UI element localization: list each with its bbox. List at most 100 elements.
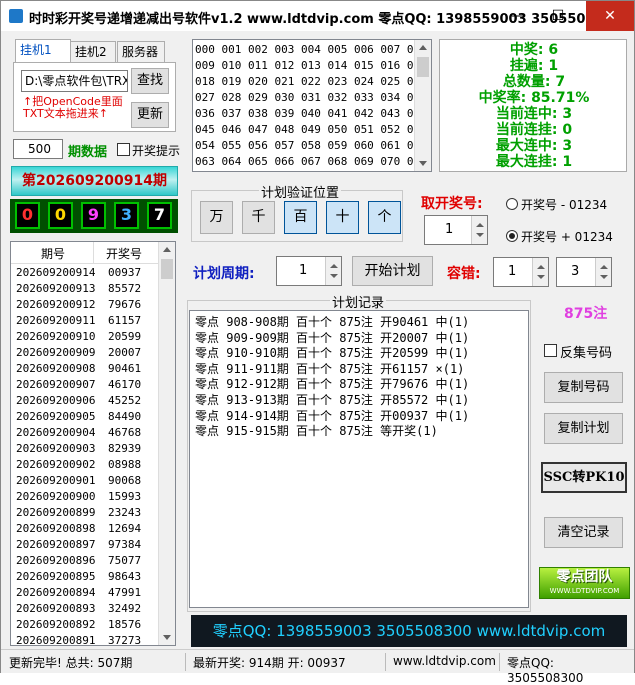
- minimize-button[interactable]: —: [498, 1, 538, 31]
- copy-numbers-button[interactable]: 复制号码: [544, 372, 623, 403]
- history-scroll-thumb[interactable]: [161, 259, 173, 279]
- digit-4-value: 3: [120, 205, 133, 224]
- tolerance-spinner-2[interactable]: 3: [556, 257, 612, 287]
- numbers-grid-row: 054 055 056 057 058 059 060 061 062: [195, 139, 427, 152]
- history-number: 32492: [108, 602, 142, 615]
- list-item: 零点 910-910期 百十个 875注 开20599 中(1): [195, 346, 470, 361]
- tab-hangup2[interactable]: 挂机2: [70, 41, 116, 63]
- records-list[interactable]: 零点 908-908期 百十个 875注 开90461 中(1) 零点 909-9…: [189, 310, 529, 608]
- table-row[interactable]: 202609200898 12694: [11, 521, 159, 537]
- radio-minus[interactable]: [506, 198, 518, 210]
- tab-server[interactable]: 服务器: [117, 41, 165, 63]
- table-row[interactable]: 202609200912 79676: [11, 297, 159, 313]
- tolerance-spinner-1[interactable]: 1: [493, 257, 549, 287]
- list-item: 零点 912-912期 百十个 875注 开79676 中(1): [195, 377, 470, 392]
- table-row[interactable]: 202609200892 18576: [11, 617, 159, 633]
- list-item: 零点 913-913期 百十个 875注 开85572 中(1): [195, 393, 470, 407]
- digit-5: 7: [147, 202, 172, 229]
- plan-cycle-spin-buttons[interactable]: [325, 257, 341, 285]
- start-plan-button[interactable]: 开始计划: [352, 256, 433, 286]
- table-row[interactable]: 202609200900 15993: [11, 489, 159, 505]
- maximize-button[interactable]: ☐: [538, 1, 578, 31]
- take-number-spinner[interactable]: 1: [424, 215, 488, 245]
- numbers-grid-row: 045 046 047 048 049 050 051 052 053: [195, 123, 427, 136]
- table-row[interactable]: 202609200914 00937: [11, 265, 159, 281]
- reverse-label: 反集号码: [560, 346, 613, 361]
- history-list[interactable]: 期号 开奖号 202609200914 00937 202609200913 8557…: [10, 241, 176, 646]
- position-wan-button[interactable]: 万: [200, 201, 233, 234]
- position-ge-button[interactable]: 个: [368, 201, 401, 234]
- history-header: 期号 开奖号: [11, 242, 159, 264]
- take-number-spin-buttons[interactable]: [471, 216, 487, 244]
- table-row[interactable]: 202609200894 47991: [11, 585, 159, 601]
- title-bar: 时时彩开奖号递增递减出号软件v1.2 www.ldtdvip.com 零点QQ:…: [1, 1, 634, 31]
- numbers-scroll-thumb[interactable]: [417, 57, 429, 77]
- ssc-pk10-button[interactable]: SSC转PK10: [541, 462, 627, 493]
- table-row[interactable]: 202609200902 08988: [11, 457, 159, 473]
- numbers-grid-row: 027 028 029 030 031 032 033 034 035: [195, 91, 427, 104]
- table-row[interactable]: 202609200908 90461: [11, 361, 159, 377]
- history-number: 85572: [108, 282, 142, 295]
- table-row[interactable]: 202609200909 20007: [11, 345, 159, 361]
- table-row[interactable]: 202609200896 75077: [11, 553, 159, 569]
- periods-input[interactable]: 500: [13, 139, 63, 159]
- history-period: 202609200896: [16, 554, 96, 567]
- table-row[interactable]: 202609200905 84490: [11, 409, 159, 425]
- table-row[interactable]: 202609200911 61157: [11, 313, 159, 329]
- history-period: 202609200899: [16, 506, 96, 519]
- table-row[interactable]: 202609200904 46768: [11, 425, 159, 441]
- table-row[interactable]: 202609200907 46170: [11, 377, 159, 393]
- team-logo: 零点团队 WWW.LDTDVIP.COM: [539, 567, 630, 599]
- plan-cycle-spinner[interactable]: 1: [276, 256, 342, 286]
- table-row[interactable]: 202609200913 85572: [11, 281, 159, 297]
- table-row[interactable]: 202609200899 23243: [11, 505, 159, 521]
- history-number: 46768: [108, 426, 142, 439]
- stat-current-wins: 当前连中: 3: [495, 106, 573, 122]
- position-bai-button[interactable]: 百: [284, 201, 317, 234]
- position-qian-button[interactable]: 千: [242, 201, 275, 234]
- table-row[interactable]: 202609200906 45252: [11, 393, 159, 409]
- app-window: 时时彩开奖号递增递减出号软件v1.2 www.ldtdvip.com 零点QQ:…: [0, 0, 635, 685]
- find-button[interactable]: 查找: [131, 68, 169, 94]
- list-item: 零点 911-911期 百十个 875注 开61157 ×(1): [195, 361, 465, 376]
- history-period: 202609200895: [16, 570, 96, 583]
- numbers-scrollbar[interactable]: [414, 40, 431, 171]
- history-scrollbar[interactable]: [158, 242, 175, 645]
- history-number: 08988: [108, 458, 142, 471]
- table-row[interactable]: 202609200910 20599: [11, 329, 159, 345]
- table-row[interactable]: 202609200897 97384: [11, 537, 159, 553]
- history-period: 202609200906: [16, 394, 96, 407]
- stat-max-misses: 最大连挂: 1: [495, 154, 573, 170]
- reverse-checkbox[interactable]: [544, 344, 557, 357]
- table-row[interactable]: 202609200891 37273: [11, 633, 159, 645]
- numbers-grid-row: 063 064 065 066 067 068 069 070 071: [195, 155, 427, 168]
- scroll-up-icon[interactable]: [419, 45, 427, 50]
- stat-total: 总数量: 7: [502, 74, 566, 90]
- clear-records-button[interactable]: 清空记录: [544, 517, 623, 548]
- scroll-down-icon[interactable]: [163, 635, 171, 640]
- close-button[interactable]: ✕: [586, 1, 634, 31]
- position-shi-button[interactable]: 十: [326, 201, 359, 234]
- path-input[interactable]: D:\零点软件包\TRX: [21, 70, 128, 92]
- tolerance-spin-buttons-1[interactable]: [532, 258, 548, 286]
- history-period: 202609200902: [16, 458, 96, 471]
- radio-plus[interactable]: [506, 230, 518, 242]
- update-button[interactable]: 更新: [131, 102, 169, 128]
- table-row[interactable]: 202609200893 32492: [11, 601, 159, 617]
- history-number: 82939: [108, 442, 142, 455]
- table-row[interactable]: 202609200901 90068: [11, 473, 159, 489]
- scroll-down-icon[interactable]: [419, 161, 427, 166]
- history-number: 15993: [108, 490, 142, 503]
- history-number: 18576: [108, 618, 142, 631]
- tab-hangup1[interactable]: 挂机1: [15, 39, 71, 63]
- list-item: 零点 909-909期 百十个 875注 开20007 中(1): [195, 330, 470, 345]
- table-row[interactable]: 202609200895 98643: [11, 569, 159, 585]
- numbers-grid[interactable]: 000 001 002 003 004 005 006 007 008 009 0…: [192, 39, 432, 172]
- radio-minus-label: 开奖号 - 01234: [521, 198, 608, 212]
- copy-plan-button[interactable]: 复制计划: [544, 413, 623, 444]
- tolerance-spin-buttons-2[interactable]: [595, 258, 611, 286]
- history-period: 202609200901: [16, 474, 96, 487]
- open-hint-checkbox[interactable]: [117, 143, 130, 156]
- table-row[interactable]: 202609200903 82939: [11, 441, 159, 457]
- scroll-up-icon[interactable]: [163, 247, 171, 252]
